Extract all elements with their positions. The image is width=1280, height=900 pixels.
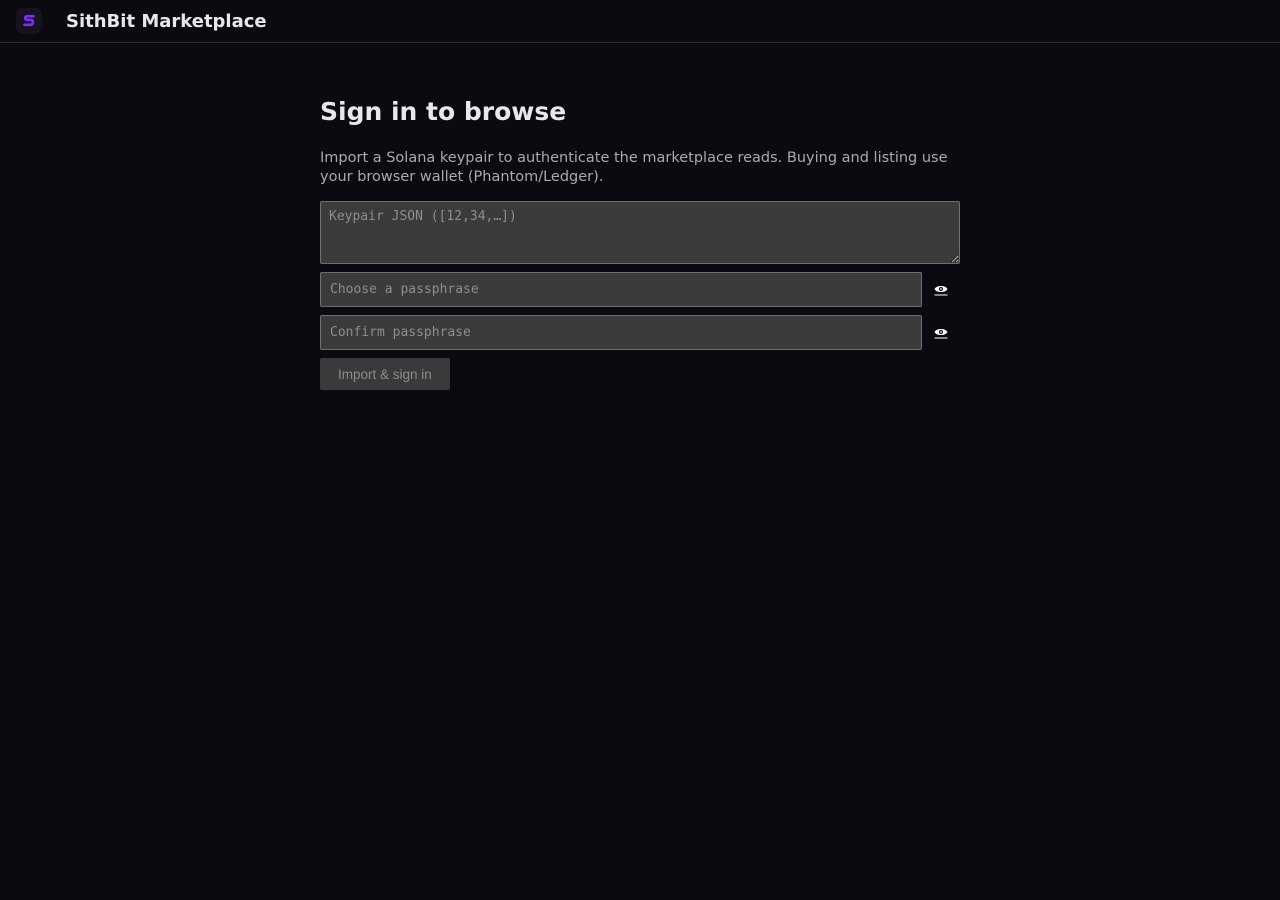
keypair-json-input[interactable] [320, 201, 960, 264]
sithbit-logo-icon [16, 8, 42, 34]
passphrase-input[interactable] [320, 272, 922, 307]
top-bar: SithBit Marketplace [0, 0, 1280, 43]
brand-name: SithBit Marketplace [66, 10, 267, 32]
import-sign-in-button[interactable]: Import & sign in [320, 358, 450, 390]
signin-description: Import a Solana keypair to authenticate … [320, 150, 948, 185]
show-confirm-passphrase-eye-icon[interactable] [922, 315, 960, 350]
page-title: Sign in to browse [320, 97, 567, 126]
confirm-passphrase-row [320, 315, 960, 350]
signin-panel: Sign in to browse Import a Solana keypai… [320, 96, 960, 390]
confirm-passphrase-input[interactable] [320, 315, 922, 350]
passphrase-row [320, 272, 960, 307]
show-passphrase-eye-icon[interactable] [922, 272, 960, 307]
